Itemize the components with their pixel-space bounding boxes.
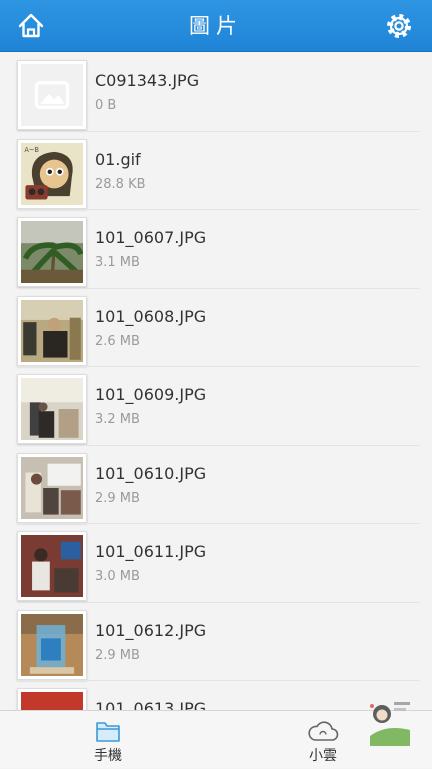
file-name: 101_0607.JPG [95,228,207,247]
watermark-logo [370,702,410,746]
file-name: 101_0609.JPG [95,385,207,404]
file-name: 101_0611.JPG [95,542,207,561]
file-size: 2.6 MB [95,333,140,349]
file-thumbnail [17,452,87,523]
gear-icon [387,14,411,38]
file-thumbnail: A~B [17,138,87,209]
file-thumbnail [17,217,87,287]
file-size: 28.8 KB [95,176,146,192]
file-name: 101_0610.JPG [95,463,207,483]
file-size: 2.9 MB [95,647,140,663]
file-list[interactable]: C091343.JPG 0 B A~B 01.gif 28.8 KB 101_0607.J… [0,53,432,710]
file-thumbnail [17,295,87,366]
file-thumbnail [17,60,87,130]
file-row[interactable]: 101_0609.JPG 3.2 MB [0,367,432,446]
tab-phone[interactable]: 手機 [68,711,148,769]
file-size: 3.0 MB [95,569,140,584]
file-name: 101_0613.JPG [95,699,207,710]
file-size: 3.2 MB [95,412,140,427]
file-size: 2.9 MB [95,490,140,506]
file-name: C091343.JPG [95,71,200,90]
file-row[interactable]: 101_0610.JPG 2.9 MB [0,446,432,524]
file-row[interactable]: C091343.JPG 0 B [0,53,432,132]
folder-icon [96,722,120,742]
file-name: 01.gif [95,149,141,169]
file-name: 101_0612.JPG [95,620,207,640]
file-name: 101_0608.JPG [95,306,207,326]
file-row[interactable]: 101_0608.JPG 2.6 MB [0,289,432,367]
file-thumbnail [17,374,87,444]
app-header: 圖片 [0,0,432,52]
file-size: 0 B [95,98,117,113]
file-row[interactable]: A~B 01.gif 28.8 KB [0,132,432,210]
settings-button[interactable] [384,11,414,41]
svg-text:A~B: A~B [24,145,39,153]
file-thumbnail [17,531,87,601]
cloud-icon [308,721,339,741]
tab-cloud-label: 小雲 [309,748,337,764]
file-thumbnail [17,609,87,680]
file-size: 3.1 MB [95,255,140,270]
tab-cloud[interactable]: 小雲 [283,711,363,769]
file-thumbnail [17,688,87,710]
file-row[interactable]: 101_0607.JPG 3.1 MB [0,210,432,289]
page-title: 圖片 [189,14,243,38]
tab-phone-label: 手機 [94,748,122,764]
file-row[interactable]: 101_0611.JPG 3.0 MB [0,524,432,603]
file-row[interactable]: 101_0612.JPG 2.9 MB [0,603,432,681]
